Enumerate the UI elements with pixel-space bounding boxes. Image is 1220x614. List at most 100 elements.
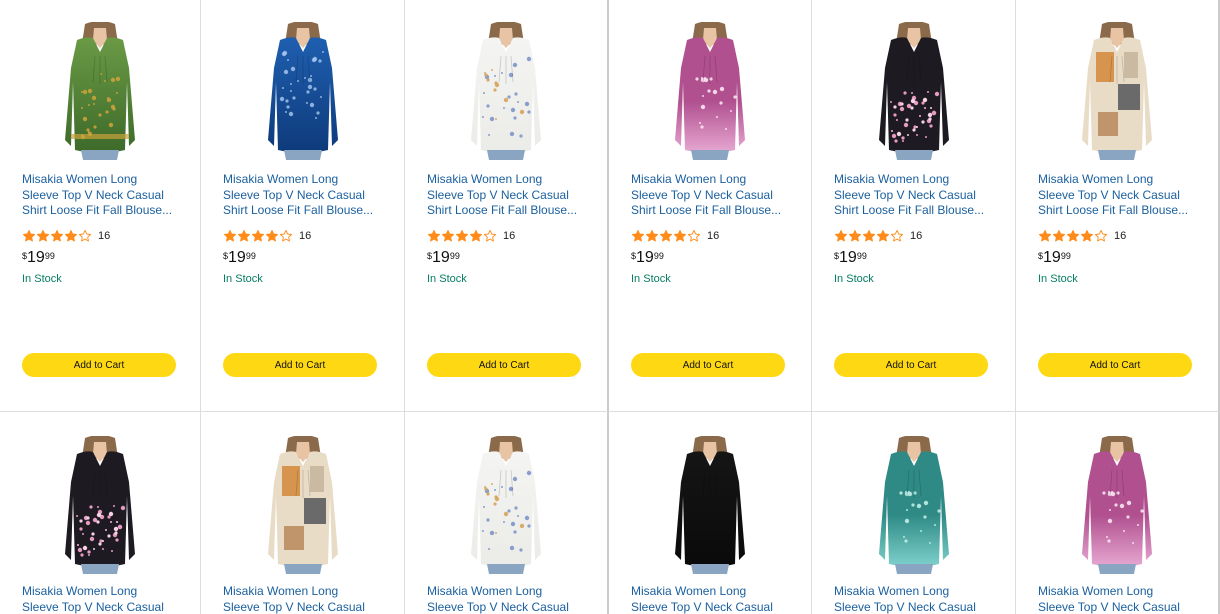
rating[interactable]: 16: [834, 229, 922, 243]
add-to-cart-button[interactable]: Add to Cart: [631, 353, 785, 377]
product-title-line[interactable]: Misakia Women Long: [631, 584, 791, 600]
star-rating[interactable]: [834, 229, 904, 243]
product-card[interactable]: Misakia Women Long Sleeve Top V Neck Casu…: [1016, 0, 1220, 412]
rating[interactable]: 16: [223, 229, 311, 243]
product-title-link[interactable]: Misakia Women Long Sleeve Top V Neck Casu…: [22, 172, 182, 218]
product-image[interactable]: [57, 435, 143, 574]
product-title-link[interactable]: Misakia Women Long Sleeve Top V Neck Casu…: [631, 584, 791, 614]
product-title-line[interactable]: Sleeve Top V Neck Casual: [1038, 188, 1198, 204]
product-card[interactable]: Misakia Women Long Sleeve Top V Neck Casu…: [201, 412, 405, 614]
product-title-line[interactable]: Shirt Loose Fit Fall Blouse...: [631, 203, 791, 218]
product-title-line[interactable]: Sleeve Top V Neck Casual: [427, 188, 587, 204]
rating[interactable]: 16: [427, 229, 515, 243]
product-card[interactable]: Misakia Women Long Sleeve Top V Neck Casu…: [405, 0, 609, 412]
star-filled-icon: [455, 229, 469, 242]
product-title-line[interactable]: Shirt Loose Fit Fall Blouse...: [22, 203, 182, 218]
price-fraction: 99: [245, 251, 256, 261]
product-title-link[interactable]: Misakia Women Long Sleeve Top V Neck Casu…: [834, 584, 994, 614]
star-filled-icon: [251, 229, 265, 242]
product-title-line[interactable]: Shirt Loose Fit Fall Blouse...: [427, 203, 587, 218]
product-card[interactable]: Misakia Women Long Sleeve Top V Neck Casu…: [0, 412, 201, 614]
star-rating[interactable]: [223, 229, 293, 243]
product-title-link[interactable]: Misakia Women Long Sleeve Top V Neck Casu…: [22, 584, 182, 614]
product-image[interactable]: [260, 435, 346, 574]
product-title-line[interactable]: Misakia Women Long: [223, 172, 383, 188]
product-title-line[interactable]: Sleeve Top V Neck Casual: [223, 600, 383, 614]
product-title-line[interactable]: Misakia Women Long: [427, 172, 587, 188]
product-title-line[interactable]: Misakia Women Long: [834, 172, 994, 188]
product-title-link[interactable]: Misakia Women Long Sleeve Top V Neck Casu…: [427, 584, 587, 614]
product-title-line[interactable]: Misakia Women Long: [223, 584, 383, 600]
product-title-link[interactable]: Misakia Women Long Sleeve Top V Neck Casu…: [223, 172, 383, 218]
review-count[interactable]: 16: [299, 230, 311, 242]
product-title-line[interactable]: Misakia Women Long: [1038, 172, 1198, 188]
product-title-line[interactable]: Sleeve Top V Neck Casual: [22, 188, 182, 204]
star-filled-icon: [223, 229, 237, 242]
product-card[interactable]: Misakia Women Long Sleeve Top V Neck Casu…: [812, 0, 1016, 412]
product-title-line[interactable]: Misakia Women Long: [427, 584, 587, 600]
product-title-line[interactable]: Sleeve Top V Neck Casual: [834, 600, 994, 614]
product-title-line[interactable]: Sleeve Top V Neck Casual: [834, 188, 994, 204]
product-card[interactable]: Misakia Women Long Sleeve Top V Neck Casu…: [609, 412, 812, 614]
product-card[interactable]: Misakia Women Long Sleeve Top V Neck Casu…: [405, 412, 609, 614]
product-title-link[interactable]: Misakia Women Long Sleeve Top V Neck Casu…: [834, 172, 994, 218]
product-image[interactable]: [463, 435, 549, 574]
product-title-line[interactable]: Shirt Loose Fit Fall Blouse...: [223, 203, 383, 218]
add-to-cart-button[interactable]: Add to Cart: [834, 353, 988, 377]
review-count[interactable]: 16: [98, 230, 110, 242]
product-image[interactable]: [463, 21, 549, 160]
star-rating[interactable]: [427, 229, 497, 243]
product-title-link[interactable]: Misakia Women Long Sleeve Top V Neck Casu…: [631, 172, 791, 218]
product-image[interactable]: [1074, 21, 1160, 160]
add-to-cart-button[interactable]: Add to Cart: [427, 353, 581, 377]
product-title-line[interactable]: Misakia Women Long: [22, 584, 182, 600]
product-title-line[interactable]: Misakia Women Long: [22, 172, 182, 188]
product-title-link[interactable]: Misakia Women Long Sleeve Top V Neck Casu…: [1038, 172, 1198, 218]
product-image[interactable]: [57, 21, 143, 160]
product-title-line[interactable]: Sleeve Top V Neck Casual: [223, 188, 383, 204]
product-title-link[interactable]: Misakia Women Long Sleeve Top V Neck Casu…: [427, 172, 587, 218]
price-whole: 19: [1043, 249, 1061, 266]
star-filled-icon: [645, 229, 659, 242]
rating[interactable]: 16: [1038, 229, 1126, 243]
product-card[interactable]: Misakia Women Long Sleeve Top V Neck Casu…: [609, 0, 812, 412]
star-filled-icon: [64, 229, 78, 242]
product-title-link[interactable]: Misakia Women Long Sleeve Top V Neck Casu…: [1038, 584, 1198, 614]
product-card[interactable]: Misakia Women Long Sleeve Top V Neck Casu…: [0, 0, 201, 412]
product-card[interactable]: Misakia Women Long Sleeve Top V Neck Casu…: [1016, 412, 1220, 614]
product-title-line[interactable]: Sleeve Top V Neck Casual: [22, 600, 182, 614]
rating[interactable]: 16: [22, 229, 110, 243]
product-title-line[interactable]: Misakia Women Long: [834, 584, 994, 600]
product-card[interactable]: Misakia Women Long Sleeve Top V Neck Casu…: [201, 0, 405, 412]
add-to-cart-button[interactable]: Add to Cart: [22, 353, 176, 377]
add-to-cart-button[interactable]: Add to Cart: [1038, 353, 1192, 377]
product-title-line[interactable]: Misakia Women Long: [1038, 584, 1198, 600]
product-title-line[interactable]: Shirt Loose Fit Fall Blouse...: [834, 203, 994, 218]
stock-status: In Stock: [834, 273, 874, 285]
add-to-cart-button[interactable]: Add to Cart: [223, 353, 377, 377]
product-image[interactable]: [871, 21, 957, 160]
star-filled-icon: [50, 229, 64, 242]
review-count[interactable]: 16: [1114, 230, 1126, 242]
review-count[interactable]: 16: [503, 230, 515, 242]
product-title-line[interactable]: Sleeve Top V Neck Casual: [427, 600, 587, 614]
review-count[interactable]: 16: [910, 230, 922, 242]
product-title-line[interactable]: Shirt Loose Fit Fall Blouse...: [1038, 203, 1198, 218]
product-title-link[interactable]: Misakia Women Long Sleeve Top V Neck Casu…: [223, 584, 383, 614]
product-image[interactable]: [260, 21, 346, 160]
product-title-line[interactable]: Sleeve Top V Neck Casual: [631, 188, 791, 204]
product-title-line[interactable]: Misakia Women Long: [631, 172, 791, 188]
product-card[interactable]: Misakia Women Long Sleeve Top V Neck Casu…: [812, 412, 1016, 614]
product-title-line[interactable]: Sleeve Top V Neck Casual: [631, 600, 791, 614]
product-image[interactable]: [1074, 435, 1160, 574]
star-empty-icon: [890, 229, 904, 242]
star-rating[interactable]: [631, 229, 701, 243]
product-title-line[interactable]: Sleeve Top V Neck Casual: [1038, 600, 1198, 614]
rating[interactable]: 16: [631, 229, 719, 243]
product-image[interactable]: [667, 21, 753, 160]
review-count[interactable]: 16: [707, 230, 719, 242]
product-image[interactable]: [871, 435, 957, 574]
star-rating[interactable]: [1038, 229, 1108, 243]
star-rating[interactable]: [22, 229, 92, 243]
product-image[interactable]: [667, 435, 753, 574]
